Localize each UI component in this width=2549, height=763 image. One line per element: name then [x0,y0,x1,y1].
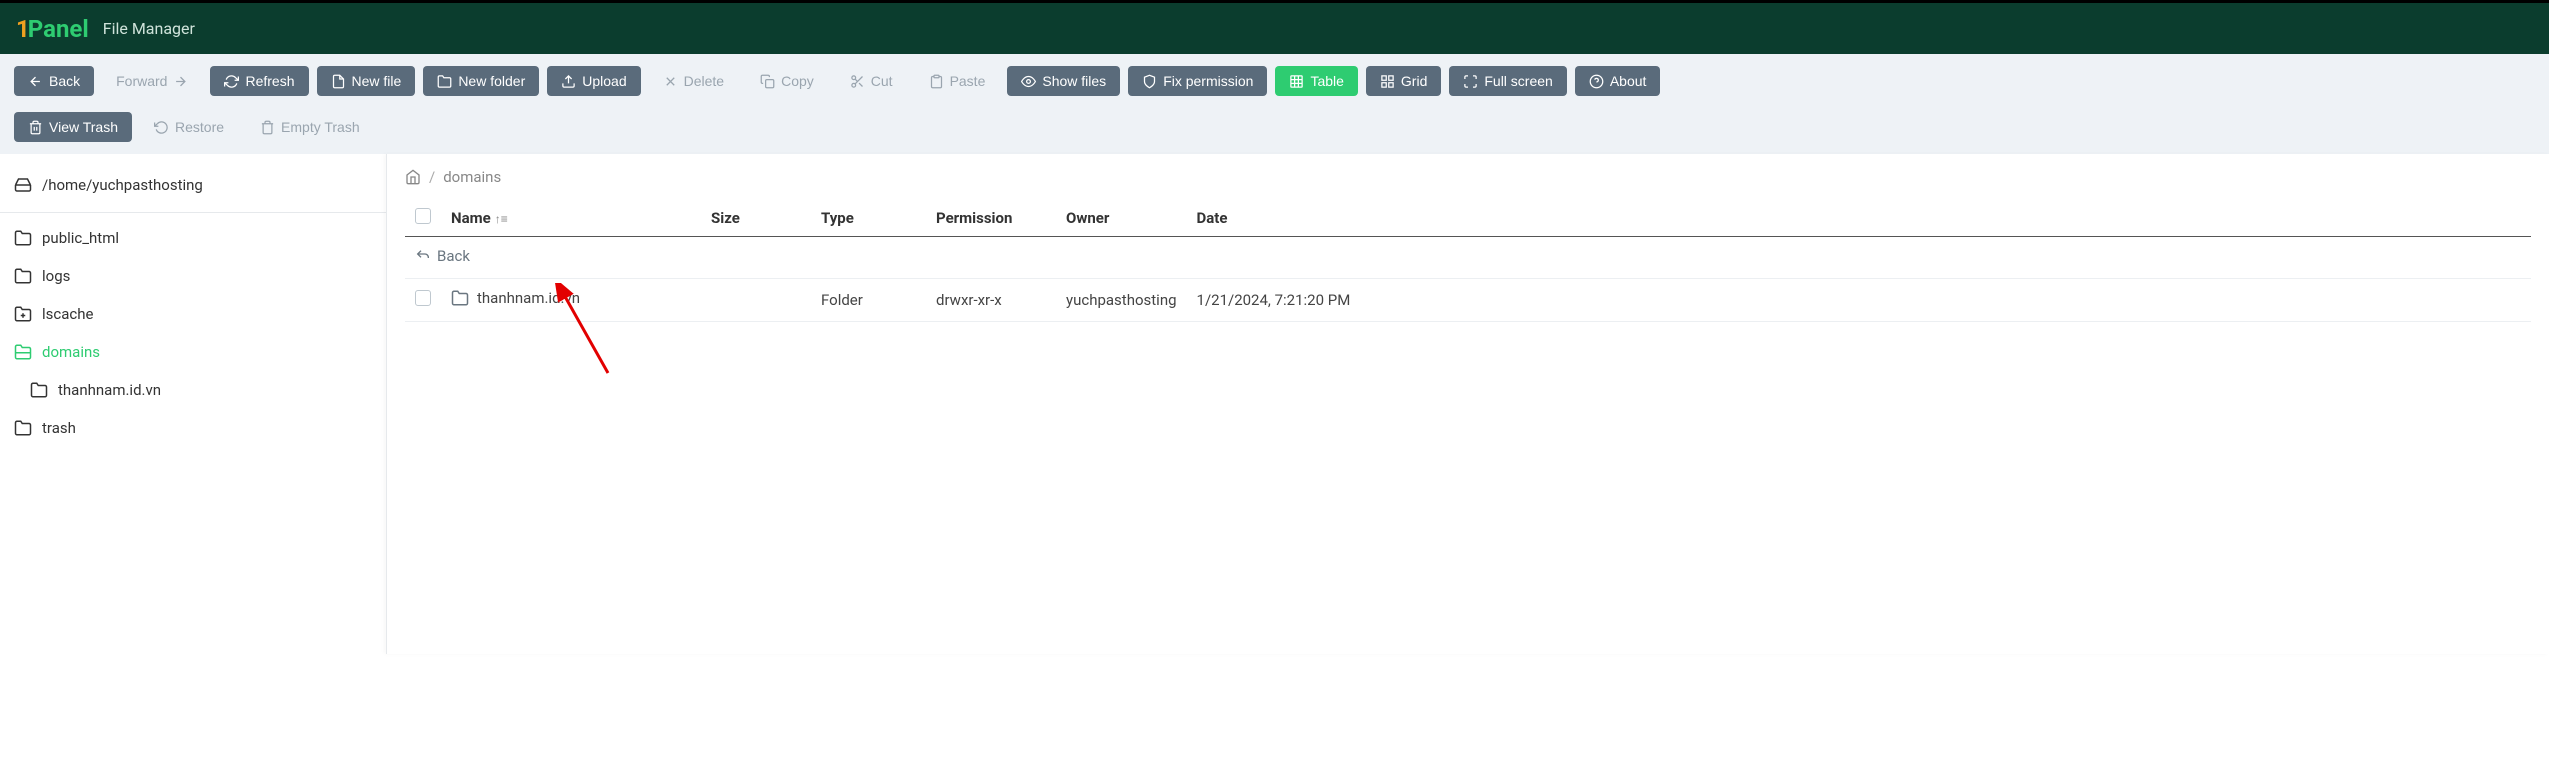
folder-plus-icon [14,305,32,323]
back-button[interactable]: Back [14,66,94,96]
refresh-button[interactable]: Refresh [210,66,308,96]
upload-icon [561,74,576,89]
content: / domains Name↑≡ Size Type Permission Ow… [386,154,2549,654]
back-row[interactable]: Back [405,237,2531,279]
sidebar: /home/yuchpasthosting public_html logs l… [0,154,386,654]
toolbar: Back Forward Refresh New file New folder… [0,54,2549,154]
tree-item-domains[interactable]: domains [0,333,386,371]
breadcrumb-separator: / [429,168,435,186]
clipboard-icon [929,74,944,89]
tree: public_html logs lscache domains thanhna… [0,213,386,453]
sort-icon: ↑≡ [495,212,508,226]
tree-item-lscache[interactable]: lscache [0,295,386,333]
file-size [701,279,811,322]
maximize-icon [1463,74,1478,89]
app-title: File Manager [103,19,195,38]
breadcrumb: / domains [405,168,2531,200]
home-icon[interactable] [405,169,421,185]
return-icon [415,248,431,264]
logo-panel: Panel [28,15,89,43]
file-name: thanhnam.id.vn [477,289,580,307]
grid-icon [1380,74,1395,89]
full-screen-button[interactable]: Full screen [1449,66,1566,96]
scissors-icon [850,74,865,89]
copy-icon [760,74,775,89]
breadcrumb-current[interactable]: domains [443,168,501,186]
upload-button[interactable]: Upload [547,66,640,96]
row-checkbox[interactable] [415,290,431,306]
rotate-ccw-icon [154,120,169,135]
delete-button[interactable]: Delete [649,66,738,96]
shield-icon [1142,74,1157,89]
grid-view-button[interactable]: Grid [1366,66,1441,96]
help-icon [1589,74,1604,89]
forward-button[interactable]: Forward [102,66,202,96]
drive-icon [14,176,32,194]
col-name[interactable]: Name↑≡ [441,200,701,237]
folder-icon [14,229,32,247]
arrow-left-icon [28,74,43,89]
table-row[interactable]: thanhnam.id.vn Folder drwxr-xr-x yuchpas… [405,279,2531,322]
paste-button[interactable]: Paste [915,66,1000,96]
back-link[interactable]: Back [415,247,470,265]
tree-item-thanhnam[interactable]: thanhnam.id.vn [0,371,386,409]
toolbar-row-2: View Trash Restore Empty Trash [14,112,2535,142]
fix-permission-button[interactable]: Fix permission [1128,66,1267,96]
new-file-button[interactable]: New file [317,66,416,96]
table-view-button[interactable]: Table [1275,66,1357,96]
file-type: Folder [811,279,926,322]
select-all-checkbox[interactable] [415,208,431,224]
file-owner: yuchpasthosting [1056,279,1187,322]
file-date: 1/21/2024, 7:21:20 PM [1187,279,2531,322]
file-permission: drwxr-xr-x [926,279,1056,322]
folder-open-icon [14,343,32,361]
x-icon [663,74,678,89]
root-path[interactable]: /home/yuchpasthosting [0,166,386,213]
col-size[interactable]: Size [701,200,811,237]
table-icon [1289,74,1304,89]
file-icon [331,74,346,89]
main: /home/yuchpasthosting public_html logs l… [0,154,2549,654]
eye-icon [1021,74,1036,89]
refresh-icon [224,74,239,89]
col-date[interactable]: Date [1187,200,2531,237]
folder-icon [30,381,48,399]
cut-button[interactable]: Cut [836,66,907,96]
show-files-button[interactable]: Show files [1007,66,1120,96]
trash-icon [260,120,275,135]
empty-trash-button[interactable]: Empty Trash [246,112,374,142]
folder-icon [14,267,32,285]
table-header-row: Name↑≡ Size Type Permission Owner Date [405,200,2531,237]
about-button[interactable]: About [1575,66,1661,96]
col-owner[interactable]: Owner [1056,200,1187,237]
header-bar: 1 Panel File Manager [0,0,2549,54]
folder-icon [14,419,32,437]
tree-item-trash[interactable]: trash [0,409,386,447]
arrow-right-icon [173,74,188,89]
view-trash-button[interactable]: View Trash [14,112,132,142]
copy-button[interactable]: Copy [746,66,828,96]
logo: 1 Panel [16,15,89,43]
col-permission[interactable]: Permission [926,200,1056,237]
restore-button[interactable]: Restore [140,112,238,142]
file-table: Name↑≡ Size Type Permission Owner Date B… [405,200,2531,322]
tree-item-logs[interactable]: logs [0,257,386,295]
folder-icon [451,289,469,307]
trash-icon [28,120,43,135]
col-type[interactable]: Type [811,200,926,237]
folder-icon [437,74,452,89]
new-folder-button[interactable]: New folder [423,66,539,96]
tree-item-public-html[interactable]: public_html [0,219,386,257]
